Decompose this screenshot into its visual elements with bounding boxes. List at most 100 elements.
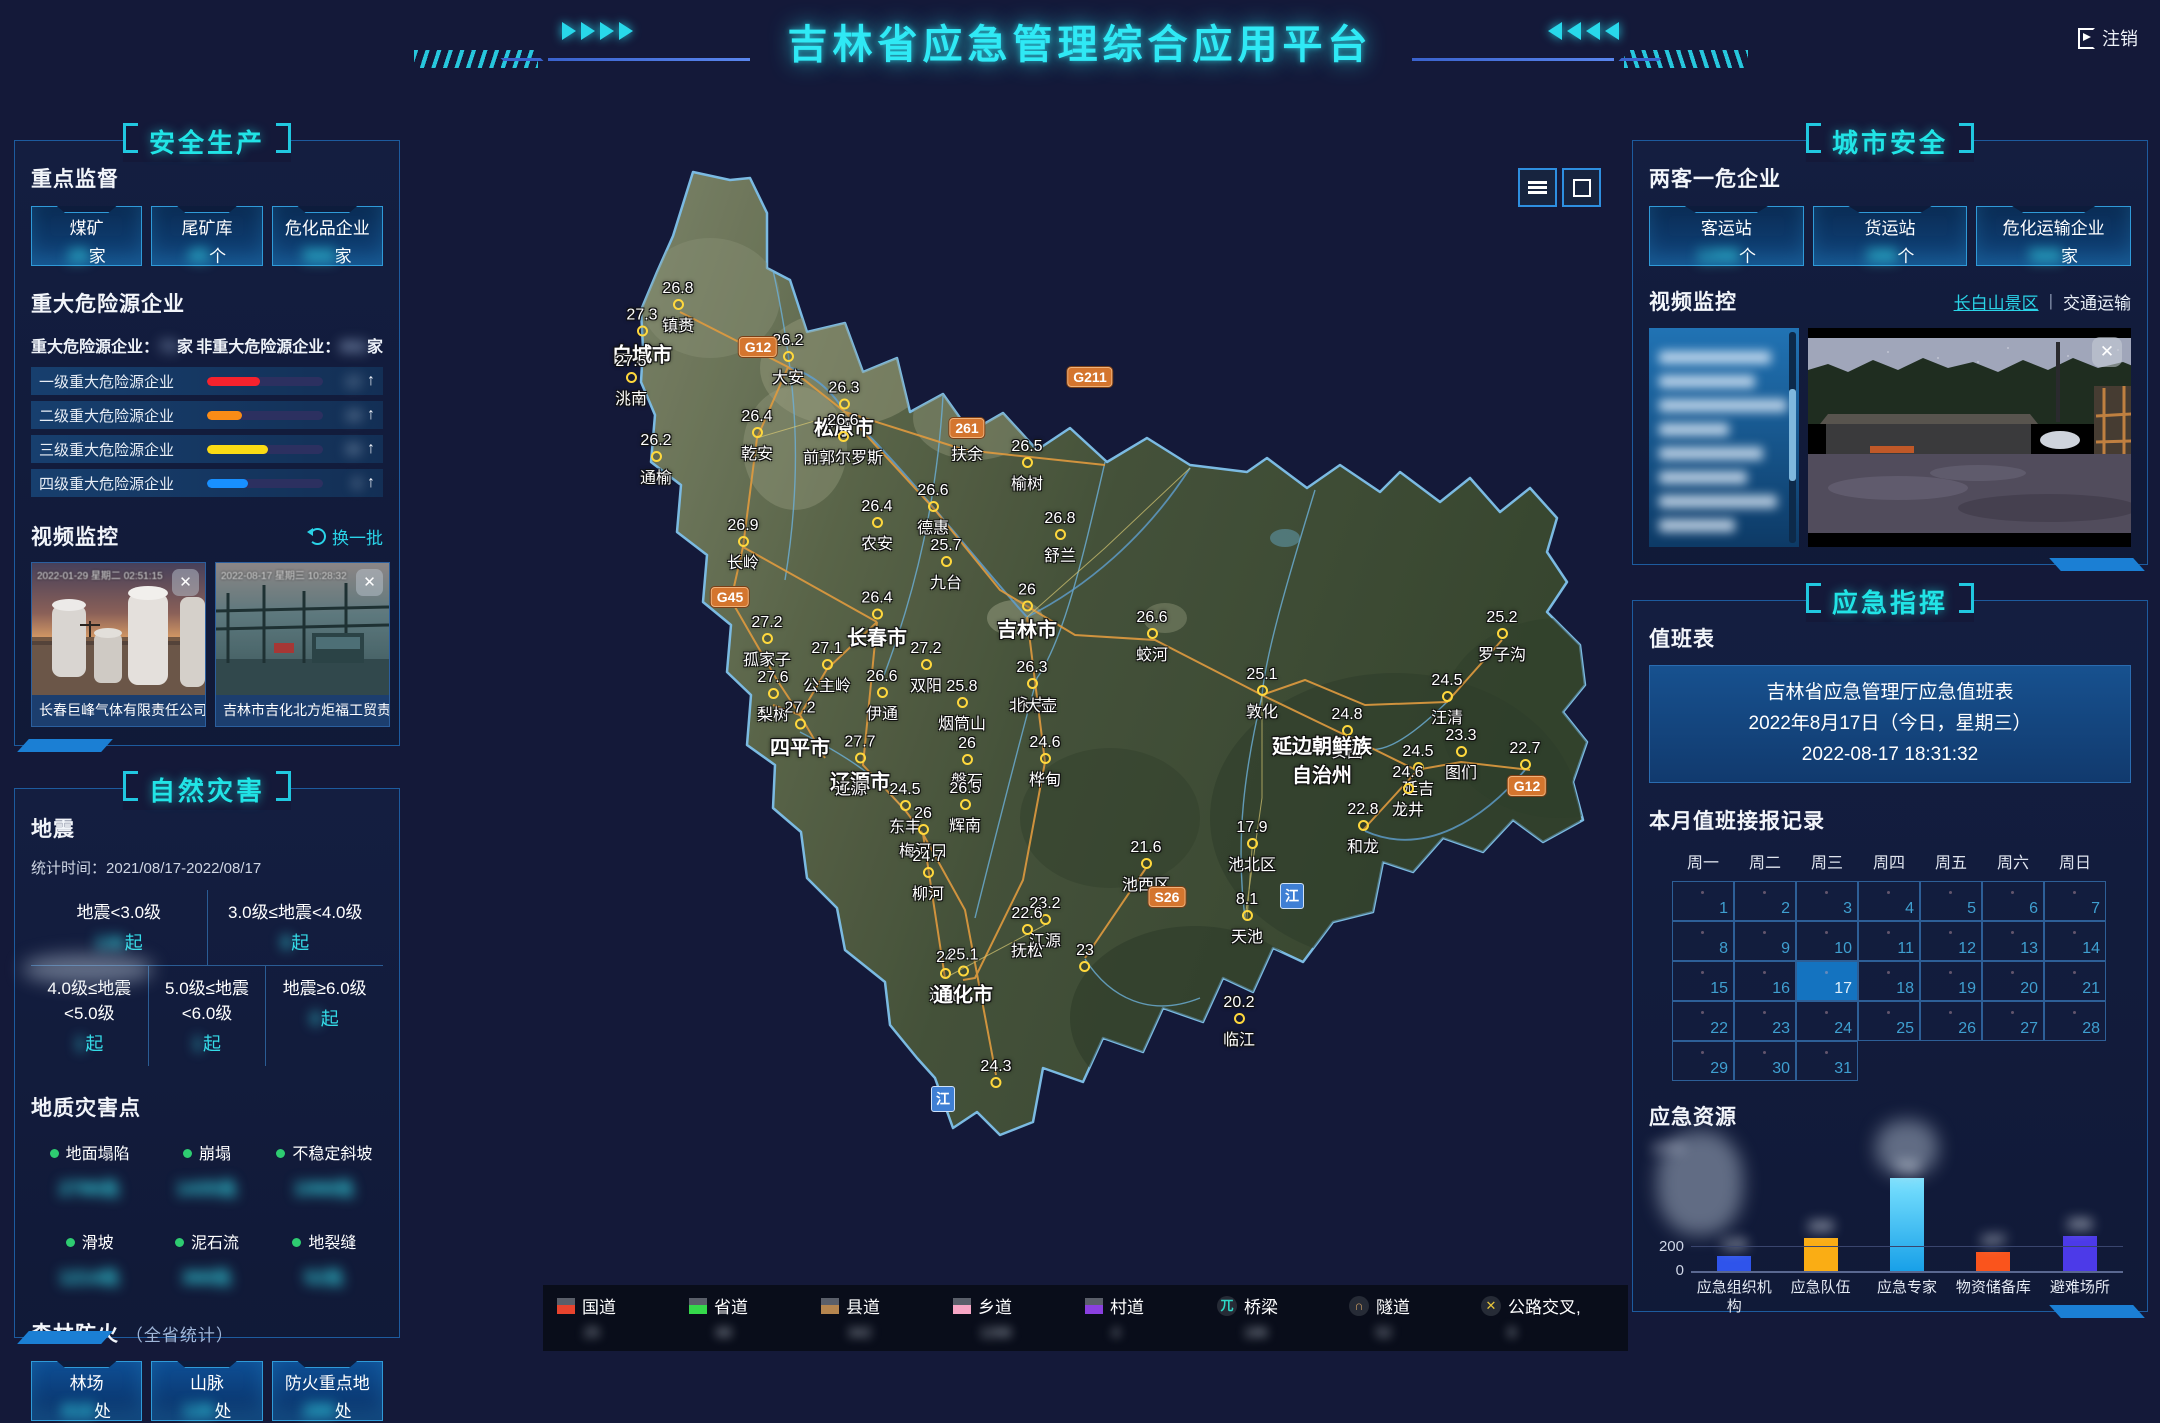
camera-list-item[interactable]	[1659, 519, 1735, 532]
hazard-bar-track	[207, 479, 323, 488]
legend-label: 桥梁	[1244, 1293, 1278, 1318]
calendar-day-cell[interactable]: 18	[1858, 961, 1920, 1001]
camera-list-item[interactable]	[1659, 375, 1755, 388]
calendar-day-cell[interactable]: 23	[1734, 1001, 1796, 1041]
close-icon[interactable]: ✕	[2092, 337, 2122, 367]
calendar-day-cell[interactable]: 13	[1982, 921, 2044, 961]
calendar-day-cell[interactable]: 24	[1796, 1001, 1858, 1041]
geo-heading: 地质灾害点	[31, 1092, 383, 1122]
cctv-thumb-1[interactable]: 2022-01-29 星期二 02:51:15 ✕ 长春巨峰气体有限责任公司	[31, 562, 206, 727]
camera-list-item[interactable]	[1659, 351, 1771, 364]
camera-list-item[interactable]	[1659, 471, 1747, 484]
legend-item[interactable]: ∩隧道52	[1349, 1293, 1481, 1339]
chart-bar: 752	[1890, 1178, 1924, 1271]
refresh-batch-link[interactable]: 换一批	[309, 524, 383, 549]
up-arrow-icon: ↑	[367, 372, 375, 390]
camera-list-scroll-thumb[interactable]	[1789, 389, 1796, 481]
hazard-bar-label: 一级重大危险源企业	[39, 371, 207, 392]
calendar-day-cell[interactable]: 22	[1672, 1001, 1734, 1041]
close-icon[interactable]: ✕	[172, 569, 199, 596]
legend-item[interactable]: 兀桥梁186	[1217, 1293, 1349, 1339]
geo-hazard-value: 1068处	[266, 1174, 383, 1201]
camera-list-item[interactable]	[1659, 423, 1729, 436]
legend-glyph-icon: ✕	[1481, 1296, 1501, 1316]
legend-item[interactable]: 村道4	[1085, 1293, 1217, 1339]
calendar-day-number: 29	[1710, 1060, 1728, 1078]
calendar-day-cell[interactable]: 6	[1982, 881, 2044, 921]
calendar-day-cell[interactable]: 25	[1858, 1001, 1920, 1041]
header-arrows-right-icon	[1548, 22, 1619, 40]
legend-count: 4	[1112, 1324, 1150, 1339]
legend-swatch-icon	[1085, 1298, 1103, 1314]
calendar-day-cell[interactable]: 9	[1734, 921, 1796, 961]
calendar-day-number: 8	[1719, 940, 1728, 958]
earthquake-cell: 3.0级≤地震<4.0级9起	[207, 890, 384, 965]
geo-hazard-label: 滑坡	[31, 1229, 148, 1253]
earthquake-cell-label: 地震≥6.0级	[266, 974, 383, 999]
calendar-day-number: 21	[2082, 980, 2100, 998]
duty-line-1: 吉林省应急管理厅应急值班表	[1660, 678, 2120, 709]
calendar-day-cell[interactable]: 1	[1672, 881, 1734, 921]
panel-command-title: 应急指挥	[1806, 581, 1974, 622]
page-title: 吉林省应急管理综合应用平台	[788, 12, 1373, 70]
calendar-day-cell[interactable]: 26	[1920, 1001, 1982, 1041]
legend-item[interactable]: 国道25	[557, 1293, 689, 1339]
calendar-day-cell[interactable]: 4	[1858, 881, 1920, 921]
camera-list-item[interactable]	[1659, 447, 1763, 460]
calendar-day-cell[interactable]: 16	[1734, 961, 1796, 1001]
stat-card-value: 1268	[1697, 246, 1739, 267]
calendar-day-cell[interactable]: 3	[1796, 881, 1858, 921]
map-layers-button[interactable]	[1518, 168, 1557, 207]
close-icon[interactable]: ✕	[356, 569, 383, 596]
legend-item[interactable]: 乡道1268	[953, 1293, 1085, 1339]
tab-transport[interactable]: 交通运输	[2063, 289, 2131, 314]
period-label: 统计时间：	[31, 860, 106, 877]
camera-list-item[interactable]	[1659, 399, 1787, 412]
calendar-day-cell[interactable]: 19	[1920, 961, 1982, 1001]
calendar-day-cell[interactable]: 10	[1796, 921, 1858, 961]
logout-button[interactable]: 注销	[2072, 24, 2144, 52]
legend-item[interactable]: ✕公路交叉,8	[1481, 1293, 1613, 1339]
legend-count: 68	[716, 1324, 754, 1339]
map-fullscreen-button[interactable]	[1562, 168, 1601, 207]
stat-card-value-row: 126处	[152, 1397, 261, 1423]
resources-heading: 应急资源	[1649, 1101, 2131, 1131]
calendar-day-cell[interactable]: 28	[2044, 1001, 2106, 1041]
chart-bar: 268	[1804, 1238, 1838, 1271]
green-dot-icon	[50, 1149, 59, 1158]
calendar-day-cell[interactable]: 8	[1672, 921, 1734, 961]
calendar-day-cell[interactable]: 2	[1734, 881, 1796, 921]
tab-changbaishan[interactable]: 长白山景区	[1954, 289, 2039, 314]
calendar-weekdays: 周一周二周三周四周五周六周日	[1672, 849, 2108, 873]
calendar-day-cell[interactable]: 7	[2044, 881, 2106, 921]
calendar-day-cell[interactable]: 11	[1858, 921, 1920, 961]
calendar-weekday: 周日	[2044, 849, 2106, 873]
calendar-day-cell[interactable]: 27	[1982, 1001, 2044, 1041]
calendar-day-cell[interactable]: 14	[2044, 921, 2106, 961]
calendar-day-cell[interactable]: 15	[1672, 961, 1734, 1001]
legend-item[interactable]: 县道342	[821, 1293, 953, 1339]
header-arrows-left-icon	[562, 22, 633, 40]
province-map[interactable]: 26.8镇赉27.3白城市27.5洮南26.2大安26.3松原市26.6前郭尔罗…	[410, 118, 1628, 1351]
calendar-day-cell[interactable]: 31	[1796, 1041, 1858, 1081]
calendar-day-cell[interactable]: 12	[1920, 921, 1982, 961]
camera-player[interactable]: ✕	[1808, 328, 2131, 547]
calendar-day-cell[interactable]: 20	[1982, 961, 2044, 1001]
calendar-day-cell[interactable]: 5	[1920, 881, 1982, 921]
calendar-day-cell[interactable]: 30	[1734, 1041, 1796, 1081]
legend-item[interactable]: 省道68	[689, 1293, 821, 1339]
camera-list[interactable]	[1649, 328, 1799, 547]
stat-card: 货运站386个	[1813, 206, 1968, 266]
chart-category-label: 应急组织机构	[1691, 1279, 1777, 1317]
legend-count: 8	[1508, 1324, 1546, 1339]
calendar-day-cell[interactable]: 21	[2044, 961, 2106, 1001]
cctv-thumb-2[interactable]: 2022-08-17 星期三 10:28:32 ✕ 吉林市吉化北方炬福工贸责任…	[215, 562, 390, 727]
geo-hazard-item: 地裂缝52处	[266, 1229, 383, 1290]
calendar-row: 29 3031	[1672, 1041, 2108, 1081]
calendar-day-cell[interactable]: 29	[1672, 1041, 1734, 1081]
refresh-icon	[309, 528, 326, 545]
geo-hazard-label: 地裂缝	[266, 1229, 383, 1253]
earthquake-period: 统计时间：2021/08/17-2022/08/17	[31, 857, 383, 878]
calendar-day-cell[interactable]: 17	[1796, 961, 1858, 1001]
camera-list-item[interactable]	[1659, 495, 1777, 508]
